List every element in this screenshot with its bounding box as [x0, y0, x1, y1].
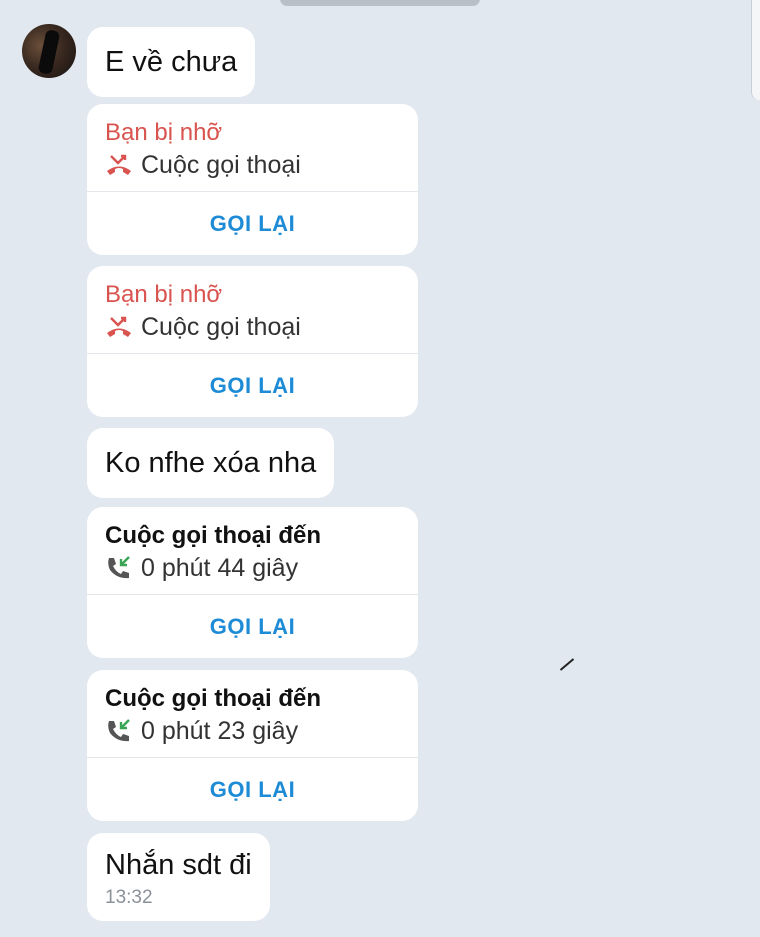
call-subtitle: Cuộc gọi thoại — [141, 313, 301, 341]
call-back-button[interactable]: GỌI LẠI — [87, 758, 418, 821]
message-bubble[interactable]: Ko nfhe xóa nha — [87, 428, 335, 498]
message-text: Nhắn sdt đi — [105, 849, 252, 881]
call-subtitle-row: 0 phút 23 giây — [105, 714, 400, 748]
top-drag-handle — [280, 0, 480, 6]
call-info: Cuộc gọi thoại đến 0 phút 44 giây — [87, 507, 418, 595]
incoming-call-card: Cuộc gọi thoại đến 0 phút 23 giây GỌI LẠ… — [87, 670, 418, 821]
missed-call-icon — [107, 154, 131, 175]
call-info: Bạn bị nhỡ Cuộc gọi thoại — [87, 104, 418, 192]
stray-mark — [559, 658, 575, 671]
avatar[interactable] — [22, 24, 76, 78]
missed-call-icon — [107, 316, 131, 337]
call-info: Cuộc gọi thoại đến 0 phút 23 giây — [87, 670, 418, 758]
message-text: Ko nfhe xóa nha — [105, 446, 317, 479]
call-title: Bạn bị nhỡ — [105, 119, 223, 146]
call-duration: 0 phút 44 giây — [141, 554, 299, 582]
message-time: 13:32 — [105, 887, 153, 908]
message-bubble[interactable]: Nhắn sdt đi 13:32 — [87, 833, 270, 921]
incoming-call-card: Cuộc gọi thoại đến 0 phút 44 giây GỌI LẠ… — [87, 507, 418, 658]
call-back-button[interactable]: GỌI LẠI — [87, 192, 418, 255]
call-subtitle-row: Cuộc gọi thoại — [105, 310, 400, 344]
call-subtitle-row: Cuộc gọi thoại — [105, 148, 400, 182]
call-subtitle-row: 0 phút 44 giây — [105, 551, 400, 585]
call-title: Bạn bị nhỡ — [105, 281, 223, 308]
call-title: Cuộc gọi thoại đến — [105, 522, 321, 549]
call-title: Cuộc gọi thoại đến — [105, 685, 321, 712]
call-subtitle: Cuộc gọi thoại — [141, 151, 301, 179]
call-info: Bạn bị nhỡ Cuộc gọi thoại — [87, 266, 418, 354]
call-back-button[interactable]: GỌI LẠI — [87, 354, 418, 417]
missed-call-card: Bạn bị nhỡ Cuộc gọi thoại GỌI LẠI — [87, 104, 418, 255]
call-back-button[interactable]: GỌI LẠI — [87, 595, 418, 658]
incoming-call-icon — [108, 719, 130, 742]
missed-call-card: Bạn bị nhỡ Cuộc gọi thoại GỌI LẠI — [87, 266, 418, 417]
call-duration: 0 phút 23 giây — [141, 717, 299, 745]
message-bubble[interactable]: E về chưa — [87, 27, 256, 97]
scroll-edge[interactable] — [751, 0, 760, 100]
message-text: E về chưa — [105, 45, 238, 78]
incoming-call-icon — [108, 556, 130, 579]
